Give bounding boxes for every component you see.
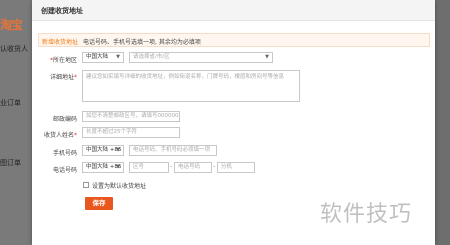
- phone-label: 电话号码: [52, 167, 77, 174]
- dialog-title: 创建收货地址: [41, 7, 83, 15]
- phone-country-select[interactable]: 中国大陆 +86 ▼: [82, 162, 124, 173]
- region-select[interactable]: 请选择省/市/区 ▼: [129, 52, 273, 63]
- extension-input[interactable]: 分机: [217, 162, 255, 173]
- watermark: 软件技巧: [320, 202, 413, 227]
- default-address-label: 设置为默认收货地址: [92, 183, 147, 190]
- chevron-down-icon: ▼: [116, 147, 120, 153]
- chevron-down-icon: ▼: [116, 164, 120, 170]
- background-logo: 淘宝: [0, 18, 23, 32]
- tab-bar: 新增收货地址 电话号码、手机号选填一项, 其余均为必填项: [38, 33, 430, 47]
- mobile-input[interactable]: 电话号码、手机号码必须填一项: [129, 145, 217, 156]
- postcode-label: 邮政编码: [52, 116, 77, 123]
- region-label: *所在地区: [49, 57, 77, 64]
- address-textarea[interactable]: 建议您如实填写详细的收货地址，例如街道名称，门牌号码，楼层和房间号等信息: [82, 70, 300, 102]
- address-label: 详细地址*: [49, 74, 77, 81]
- postcode-input[interactable]: 如您不清楚邮政区号，请填写000000: [82, 111, 180, 122]
- form-hint: 电话号码、手机号选填一项, 其余均为必填项: [83, 39, 201, 46]
- background-text: 认收货人: [0, 45, 28, 53]
- background-text: 业订单: [0, 99, 21, 107]
- default-address-checkbox[interactable]: [83, 182, 89, 188]
- chevron-down-icon: ▼: [116, 54, 120, 60]
- tab-new-address[interactable]: 新增收货地址: [42, 37, 78, 46]
- mobile-country-select[interactable]: 中国大陆 +86 ▼: [82, 145, 124, 156]
- chevron-down-icon: ▼: [265, 54, 269, 60]
- background-right-panel: [435, 0, 450, 245]
- name-label: 收货人姓名*: [43, 132, 77, 139]
- country-select[interactable]: 中国大陆 ▼: [82, 52, 124, 63]
- separator: -: [213, 163, 216, 170]
- separator: -: [170, 163, 173, 170]
- save-button[interactable]: 保存: [85, 197, 113, 210]
- name-input[interactable]: 长度不超过25个字符: [82, 127, 180, 138]
- mobile-label: 手机号码: [52, 150, 77, 157]
- dialog-header: 创建收货地址: [32, 0, 435, 21]
- phone-number-input[interactable]: 电话号码: [174, 162, 212, 173]
- area-code-input[interactable]: 区号: [129, 162, 169, 173]
